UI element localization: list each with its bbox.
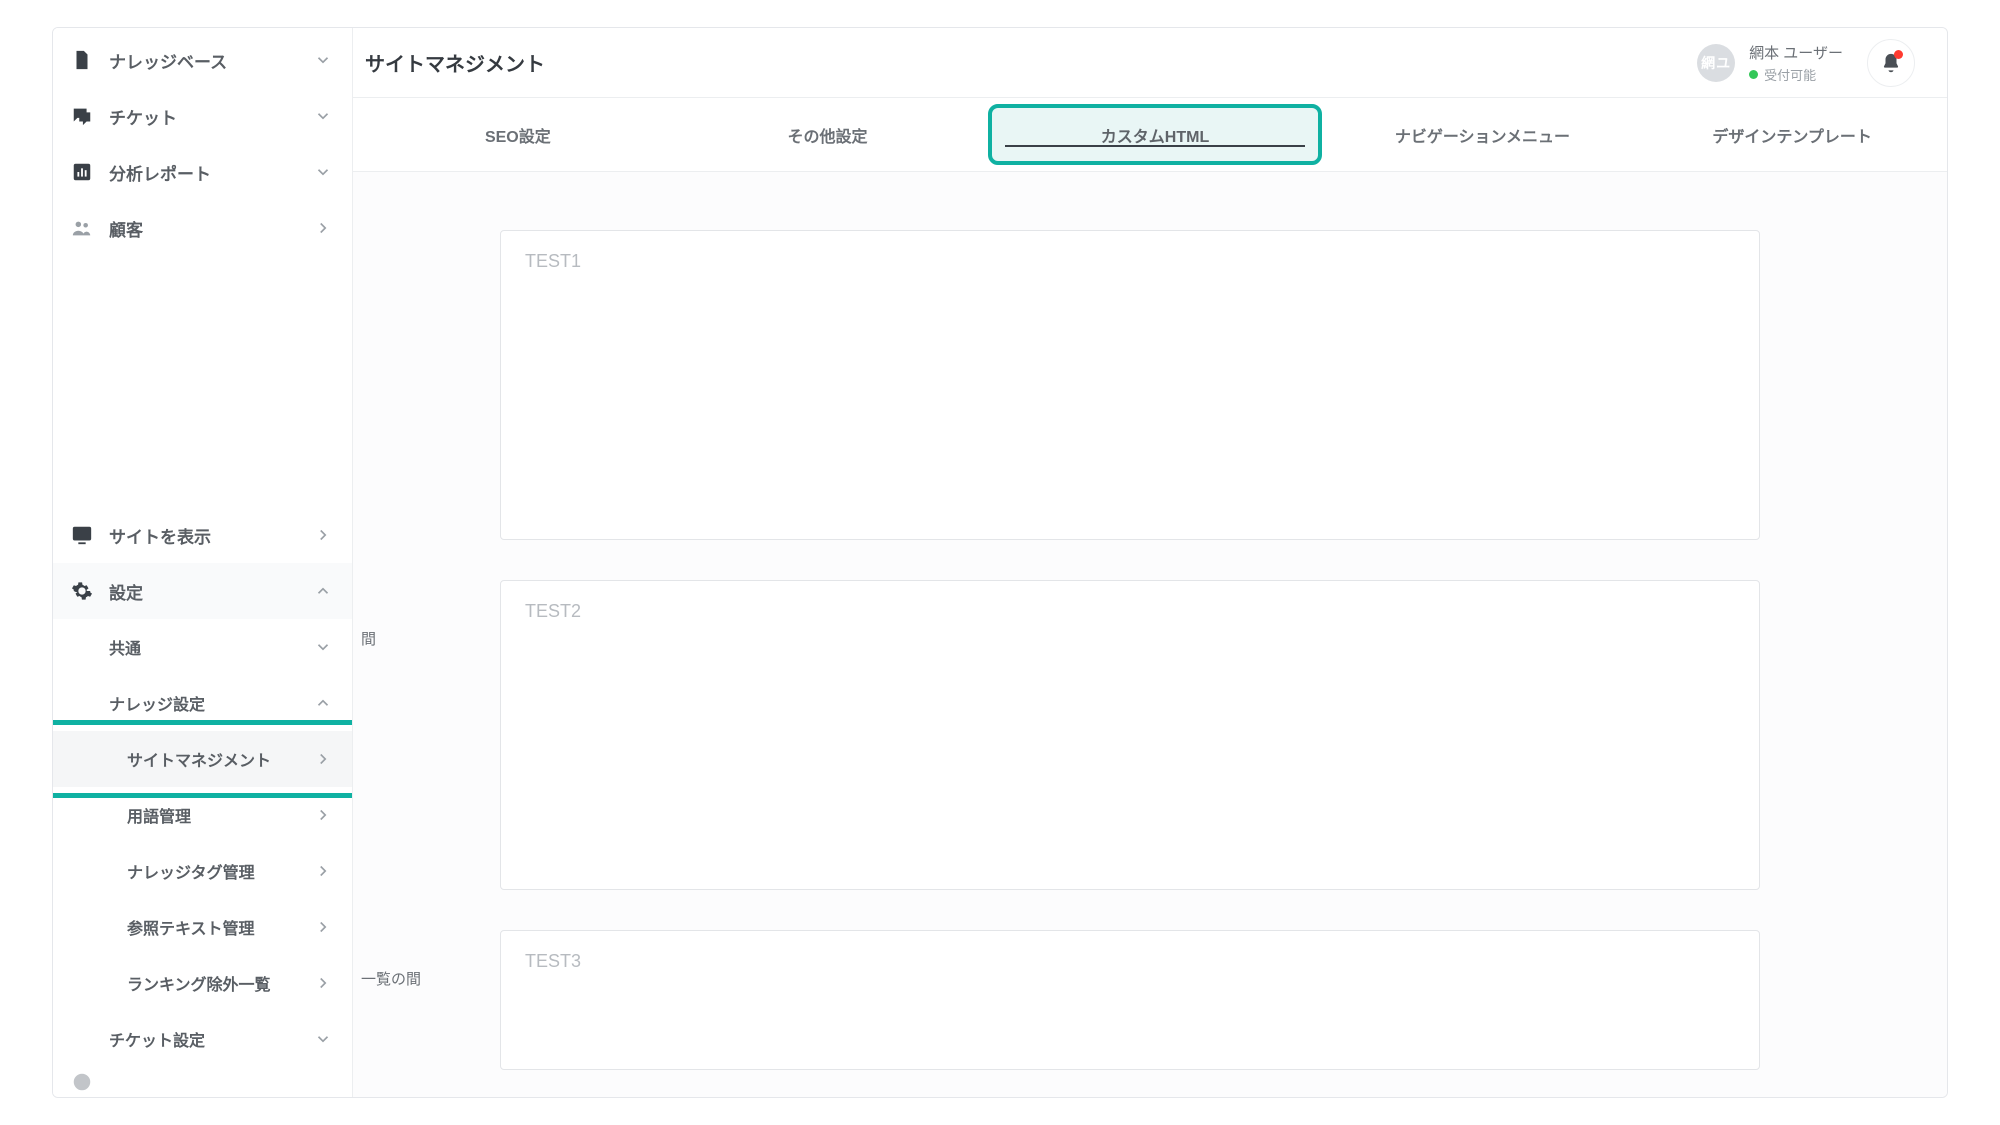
tab-design-template[interactable]: デザインテンプレート xyxy=(1637,98,1947,171)
sidebar-item-label: 参照テキスト管理 xyxy=(127,915,255,939)
sidebar-item-view-site[interactable]: サイトを表示 xyxy=(53,507,352,563)
chevron-down-icon xyxy=(314,107,332,125)
custom-html-card-3[interactable]: TEST3 xyxy=(500,930,1760,1070)
sidebar-item-ticket[interactable]: チケット xyxy=(53,88,352,144)
sidebar-item-label: ナレッジタグ管理 xyxy=(127,859,255,883)
sidebar-item-knowledgebase[interactable]: ナレッジベース xyxy=(53,32,352,88)
user-name: 網本 ユーザー xyxy=(1749,42,1843,63)
chevron-up-icon xyxy=(314,694,332,712)
chart-icon xyxy=(71,161,93,183)
card-label: TEST2 xyxy=(525,601,1735,622)
header-right: 網ユ 網本 ユーザー 受付可能 xyxy=(1697,39,1915,87)
sidebar-item-ticket-settings[interactable]: チケット設定 xyxy=(53,1011,352,1067)
sidebar-item-label: 設定 xyxy=(109,579,143,604)
sidebar-item-cutoff[interactable] xyxy=(53,1067,352,1097)
user-block[interactable]: 網ユ 網本 ユーザー 受付可能 xyxy=(1697,42,1843,84)
custom-html-card-1[interactable]: TEST1 xyxy=(500,230,1760,540)
document-icon xyxy=(71,49,93,71)
chevron-right-icon xyxy=(314,918,332,936)
custom-html-card-2[interactable]: TEST2 xyxy=(500,580,1760,890)
sidebar-item-site-management[interactable]: サイトマネジメント xyxy=(53,731,352,787)
sidebar-item-common[interactable]: 共通 xyxy=(53,619,352,675)
user-status-text: 受付可能 xyxy=(1764,65,1816,84)
sidebar-item-label: サイトマネジメント xyxy=(127,747,271,771)
sidebar-item-label: チケット xyxy=(109,104,177,129)
sidebar: ナレッジベース チケット 分析レポート 顧客 xyxy=(53,28,353,1097)
sidebar-item-label: ランキング除外一覧 xyxy=(127,971,271,995)
sidebar-item-label: ナレッジベース xyxy=(109,48,227,73)
monitor-icon xyxy=(71,524,93,546)
notification-badge-icon xyxy=(1894,50,1903,59)
notifications-button[interactable] xyxy=(1867,39,1915,87)
tab-navigation-menu[interactable]: ナビゲーションメニュー xyxy=(1328,98,1638,171)
sidebar-item-ranking-exclude[interactable]: ランキング除外一覧 xyxy=(53,955,352,1011)
knowledge-settings-submenu: サイトマネジメント 用語管理 ナレッジタグ管理 参照テキスト管理 xyxy=(53,731,352,1011)
chevron-right-icon xyxy=(314,750,332,768)
sidebar-item-glossary[interactable]: 用語管理 xyxy=(53,787,352,843)
gear-icon xyxy=(71,580,93,602)
sidebar-item-knowledge-settings[interactable]: ナレッジ設定 xyxy=(53,675,352,731)
content: TEST1 TEST2 TEST3 xyxy=(500,230,1760,1070)
tab-other[interactable]: その他設定 xyxy=(673,98,983,171)
page-title: サイトマネジメント xyxy=(365,48,545,77)
sidebar-item-label: チケット設定 xyxy=(109,1027,205,1051)
chevron-down-icon xyxy=(314,1030,332,1048)
sidebar-item-knowledge-tags[interactable]: ナレッジタグ管理 xyxy=(53,843,352,899)
chevron-right-icon xyxy=(314,526,332,544)
sidebar-bottom: サイトを表示 設定 共通 ナレッジ設定 xyxy=(53,507,352,1097)
tab-custom-html[interactable]: カスタムHTML xyxy=(988,104,1321,165)
sidebar-item-label: 用語管理 xyxy=(127,803,191,827)
chevron-right-icon xyxy=(314,219,332,237)
sidebar-item-reference-text[interactable]: 参照テキスト管理 xyxy=(53,899,352,955)
sidebar-item-settings[interactable]: 設定 xyxy=(53,563,352,619)
bg-hint-1: 間 xyxy=(361,628,376,649)
chevron-down-icon xyxy=(314,638,332,656)
circle-icon xyxy=(71,1071,93,1093)
people-icon xyxy=(71,217,93,239)
card-label: TEST3 xyxy=(525,951,1735,972)
sidebar-item-analytics[interactable]: 分析レポート xyxy=(53,144,352,200)
tab-seo[interactable]: SEO設定 xyxy=(363,98,673,171)
app-frame: サイトマネジメント 網ユ 網本 ユーザー 受付可能 xyxy=(52,27,1948,1098)
chevron-down-icon xyxy=(314,163,332,181)
sidebar-item-label: ナレッジ設定 xyxy=(109,691,205,715)
status-dot-icon xyxy=(1749,70,1758,79)
sidebar-item-label: 分析レポート xyxy=(109,160,211,185)
user-text: 網本 ユーザー 受付可能 xyxy=(1749,42,1843,84)
avatar: 網ユ xyxy=(1697,44,1735,82)
chevron-right-icon xyxy=(314,862,332,880)
chevron-right-icon xyxy=(314,806,332,824)
card-label: TEST1 xyxy=(525,251,1735,272)
chat-icon xyxy=(71,105,93,127)
user-status: 受付可能 xyxy=(1749,65,1843,84)
sidebar-item-label: 共通 xyxy=(109,635,141,659)
sidebar-item-label: 顧客 xyxy=(109,216,143,241)
sidebar-top: ナレッジベース チケット 分析レポート 顧客 xyxy=(53,28,352,256)
sidebar-item-label: サイトを表示 xyxy=(109,523,211,548)
chevron-down-icon xyxy=(314,51,332,69)
chevron-right-icon xyxy=(314,974,332,992)
bg-hint-2: 一覧の間 xyxy=(361,968,421,989)
chevron-up-icon xyxy=(314,582,332,600)
sidebar-item-customers[interactable]: 顧客 xyxy=(53,200,352,256)
